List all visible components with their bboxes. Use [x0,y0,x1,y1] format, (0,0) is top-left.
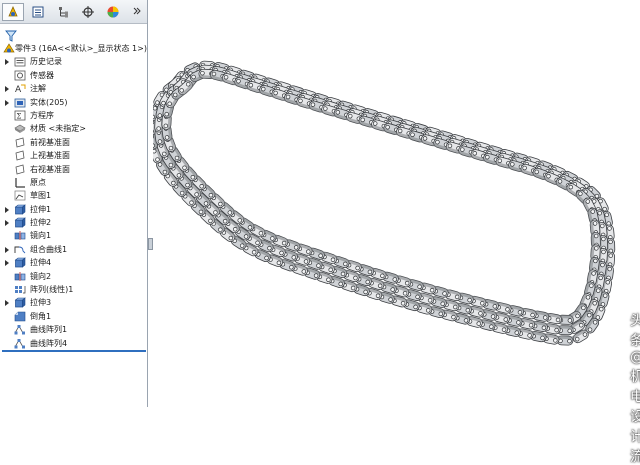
tree-item[interactable]: 镜向1 [0,229,147,242]
sensor-icon [14,70,26,81]
filter-icon[interactable] [5,27,17,39]
tree-item[interactable]: 曲线阵列1 [0,323,147,336]
curve-pattern-icon [14,338,26,349]
annotations-icon: A [14,83,26,94]
tree-item[interactable]: 历史记录 [0,55,147,68]
propertymanager-tab[interactable] [27,3,49,21]
tree-item-label: 阵列(线性)1 [30,283,73,296]
tree-item-label: 方程序 [30,109,54,122]
tree-item[interactable]: 镜向2 [0,270,147,283]
watermark: 头条 @机电设计流 [630,377,640,397]
extrude-icon [14,257,26,268]
display-manager-icon [106,5,120,19]
plane-icon [14,164,26,175]
mirror-icon [14,271,26,282]
plane-icon [14,137,26,148]
expand-arrow-icon[interactable] [5,247,9,253]
material-icon [14,123,26,134]
tree-item-label: 拉伸4 [30,256,51,269]
plane-icon [14,150,26,161]
tree-item[interactable]: 传感器 [0,69,147,82]
display-manager-tab[interactable] [102,3,124,21]
configurationmanager-tab[interactable] [52,3,74,21]
tree-item-label: 右视基准面 [30,163,70,176]
expand-arrow-icon[interactable] [5,260,9,266]
history-folder-icon [14,56,26,67]
curve-pattern-icon [14,324,26,335]
tree-item-label: 镜向2 [30,270,51,283]
part-icon [3,43,15,54]
solid-bodies-icon [14,97,26,108]
sketch-icon [14,190,26,201]
tree-item-label: 曲线阵列1 [30,323,67,336]
roller-chain-model[interactable] [153,0,640,407]
more-tabs-icon[interactable] [131,5,143,17]
extrude-icon [14,297,26,308]
expand-arrow-icon[interactable] [5,220,9,226]
tree-item[interactable]: 材质 <未指定> [0,122,147,135]
graphics-viewport[interactable]: 头条 @机电设计流 [153,0,640,407]
tree-item-label: 注解 [30,82,46,95]
tree-item-label: 倒角1 [30,310,51,323]
filter-row [0,26,147,40]
tree-item-label: 组合曲线1 [30,243,67,256]
dimxpert-tab[interactable] [77,3,99,21]
tree-item[interactable]: 右视基准面 [0,163,147,176]
tree-item[interactable]: 草图1 [0,189,147,202]
composite-curve-icon [14,244,26,255]
mirror-icon [14,230,26,241]
tree-item-label: 上视基准面 [30,149,70,162]
origin-icon [14,177,26,188]
tree-root-label: 零件3 (16A<<默认>_显示状态 1>) [15,42,147,55]
tree-item[interactable]: 阵列(线性)1 [0,283,147,296]
tree-item[interactable]: Σ 方程序 [0,109,147,122]
tree-item-label: 实体(205) [30,96,68,109]
feature-manager-panel: 零件3 (16A<<默认>_显示状态 1>) 历史记录传感器 A 注解实体(205)… [0,0,148,407]
expand-arrow-icon[interactable] [5,300,9,306]
tree-item[interactable]: 实体(205) [0,96,147,109]
tree-item[interactable]: 原点 [0,176,147,189]
expand-arrow-icon[interactable] [5,59,9,65]
tree-item-label: 曲线阵列4 [30,337,67,350]
tree-item[interactable]: 拉伸3 [0,296,147,309]
equations-icon: Σ [14,110,26,121]
propertymanager-icon [31,5,45,19]
tree-item-label: 历史记录 [30,55,62,68]
featuremanager-tab[interactable] [2,3,24,21]
linear-pattern-icon [14,284,26,295]
tree-item[interactable]: 前视基准面 [0,136,147,149]
tree-item-label: 原点 [30,176,46,189]
tree-item[interactable]: 拉伸2 [0,216,147,229]
configuration-icon [56,5,70,19]
feature-tree: 零件3 (16A<<默认>_显示状态 1>) 历史记录传感器 A 注解实体(205)… [0,42,147,350]
rollback-bar[interactable] [2,350,146,352]
tree-item[interactable]: 拉伸1 [0,203,147,216]
tree-item[interactable]: 倒角1 [0,310,147,323]
tree-item-label: 拉伸3 [30,296,51,309]
tree-root-part[interactable]: 零件3 (16A<<默认>_显示状态 1>) [0,42,147,55]
extrude-icon [14,217,26,228]
tree-item[interactable]: 上视基准面 [0,149,147,162]
tree-item[interactable]: A 注解 [0,82,147,95]
extrude-icon [14,204,26,215]
chamfer-icon [14,311,26,322]
tree-item-label: 材质 <未指定> [30,122,86,135]
svg-text:Σ: Σ [17,112,22,120]
expand-arrow-icon[interactable] [5,207,9,213]
svg-text:A: A [15,85,22,94]
tree-item[interactable]: 组合曲线1 [0,243,147,256]
tree-item-label: 镜向1 [30,229,51,242]
tree-item-label: 拉伸1 [30,203,51,216]
tree-item-label: 拉伸2 [30,216,51,229]
tree-item-label: 前视基准面 [30,136,70,149]
featuremanager-icon [6,5,20,19]
tree-item[interactable]: 拉伸4 [0,256,147,269]
tree-item-label: 草图1 [30,189,51,202]
panel-tab-bar [0,0,147,24]
tree-item[interactable]: 曲线阵列4 [0,337,147,350]
expand-arrow-icon[interactable] [5,100,9,106]
tree-item-label: 传感器 [30,69,54,82]
expand-arrow-icon[interactable] [5,86,9,92]
crosshair-icon [81,5,95,19]
